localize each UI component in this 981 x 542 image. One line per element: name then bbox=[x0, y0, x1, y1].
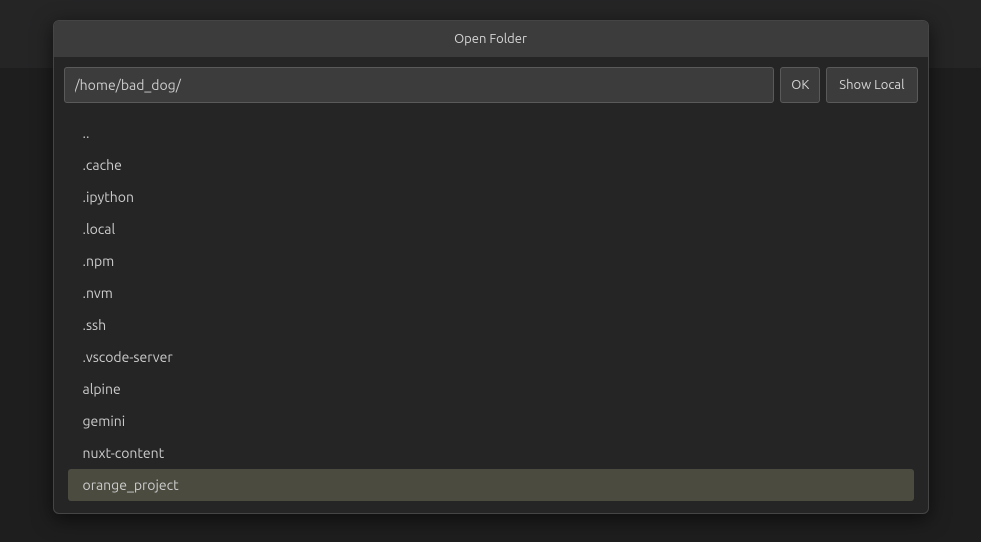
folder-list-item[interactable]: .ipython bbox=[68, 181, 914, 213]
path-input-row: OK Show Local bbox=[64, 67, 918, 103]
folder-list: ...cache.ipython.local.npm.nvm.ssh.vscod… bbox=[64, 111, 918, 507]
folder-list-item[interactable]: .. bbox=[68, 117, 914, 149]
folder-list-item[interactable]: .vscode-server bbox=[68, 341, 914, 373]
folder-list-item[interactable]: orange_project bbox=[68, 469, 914, 501]
show-local-button[interactable]: Show Local bbox=[826, 67, 917, 103]
folder-path-input[interactable] bbox=[64, 67, 775, 103]
dialog-title-bar: Open Folder bbox=[54, 21, 928, 57]
folder-list-item[interactable]: .npm bbox=[68, 245, 914, 277]
dialog-body: OK Show Local ...cache.ipython.local.npm… bbox=[54, 57, 928, 513]
folder-list-item[interactable]: .ssh bbox=[68, 309, 914, 341]
ok-button[interactable]: OK bbox=[780, 67, 820, 103]
folder-list-item[interactable]: gemini bbox=[68, 405, 914, 437]
folder-list-item[interactable]: .cache bbox=[68, 149, 914, 181]
folder-list-item[interactable]: .nvm bbox=[68, 277, 914, 309]
open-folder-dialog: Open Folder OK Show Local ...cache.ipyth… bbox=[53, 20, 929, 514]
dialog-title: Open Folder bbox=[454, 32, 527, 46]
folder-list-item[interactable]: .local bbox=[68, 213, 914, 245]
folder-list-item[interactable]: alpine bbox=[68, 373, 914, 405]
folder-list-item[interactable]: nuxt-content bbox=[68, 437, 914, 469]
